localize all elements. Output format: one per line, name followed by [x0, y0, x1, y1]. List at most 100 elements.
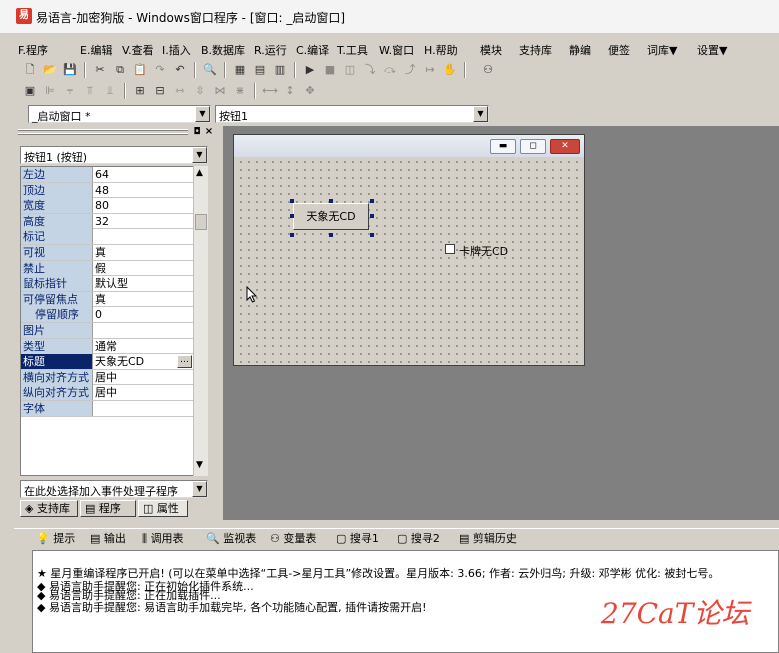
minimize-icon[interactable]: ▬ [490, 139, 516, 154]
space-horizontal-icon[interactable]: ⋈ [212, 83, 228, 99]
component-selector[interactable]: 按钮1 ▼ [215, 105, 489, 123]
window-selector[interactable]: _启动窗口 * ▼ [28, 105, 211, 123]
save-icon[interactable]: 💾 [62, 62, 78, 78]
scroll-thumb[interactable] [195, 214, 207, 230]
event-selector[interactable]: 在此处选择加入事件处理子程序 ▼ [20, 480, 208, 498]
property-row[interactable]: 字体 [21, 401, 193, 417]
resize-handle[interactable] [370, 233, 374, 237]
paste-icon[interactable]: 📋 [132, 62, 148, 78]
ellipsis-button[interactable]: … [177, 355, 192, 369]
property-row[interactable]: 图片 [21, 323, 193, 339]
align-bottom-icon[interactable]: ⫫ [102, 83, 118, 99]
open-folder-icon[interactable]: 📂 [42, 62, 58, 78]
menu-support-lib[interactable]: 支持库 [519, 42, 552, 58]
redo-icon[interactable]: ↷ [152, 62, 168, 78]
menu-program[interactable]: F.程序 [18, 42, 48, 58]
menu-help[interactable]: H.帮助 [424, 42, 458, 58]
binoculars-icon[interactable]: ⚇ [480, 62, 496, 78]
align-top-icon[interactable]: ⫪ [82, 83, 98, 99]
resize-handle[interactable] [290, 233, 294, 237]
property-row[interactable]: 横向对齐方式 居中 [21, 369, 193, 386]
property-row[interactable]: 左边 64 [21, 167, 193, 183]
step-out-icon[interactable]: ⤴ [402, 62, 418, 78]
menu-thesaurus[interactable]: 词库▼ [647, 42, 677, 58]
size-both-icon[interactable]: ✥ [302, 83, 318, 99]
menu-module[interactable]: 模块 [480, 42, 502, 58]
step-into-icon[interactable]: ⤵ [362, 62, 378, 78]
run-to-cursor-icon[interactable]: ↦ [422, 62, 438, 78]
resize-handle[interactable] [329, 233, 333, 237]
tab-properties[interactable]: ◫ 属性 [138, 500, 188, 517]
resize-handle[interactable] [370, 199, 374, 203]
align-left-icon[interactable]: ⊫ [42, 83, 58, 99]
object-selector[interactable]: 按钮1 (按钮) ▼ [20, 146, 208, 164]
copy-icon[interactable]: ⧉ [112, 62, 128, 78]
form-button-1[interactable]: 天象无CD [293, 203, 369, 230]
tab-tips[interactable]: 💡 提示 [36, 531, 75, 548]
menu-run[interactable]: R.运行 [254, 42, 287, 58]
menu-static-compile[interactable]: 静编 [569, 42, 591, 58]
resize-handle[interactable] [370, 214, 374, 218]
step-over-icon[interactable]: ⤼ [382, 62, 398, 78]
tab-watch[interactable]: 🔍 监视表 [206, 531, 256, 548]
size-width-icon[interactable]: ⟷ [262, 83, 278, 99]
menu-database[interactable]: B.数据库 [201, 42, 245, 58]
undo-icon[interactable]: ↶ [172, 62, 188, 78]
property-row[interactable]: 标记 [21, 229, 193, 245]
menu-settings[interactable]: 设置▼ [697, 42, 727, 58]
property-scrollbar[interactable]: ▲ ▼ [193, 166, 208, 476]
tab-support-lib[interactable]: ◈ 支持库 [20, 500, 78, 517]
resize-handle[interactable] [290, 199, 294, 203]
property-row[interactable]: 可停留焦点真 [21, 291, 193, 308]
menu-tools[interactable]: T.工具 [337, 42, 368, 58]
size-height-icon[interactable]: ↕ [282, 83, 298, 99]
property-row[interactable]: 停留顺序 0 [21, 307, 193, 323]
breakpoint-icon[interactable]: ◫ [342, 62, 358, 78]
tab-output[interactable]: ▤ 输出 [90, 531, 126, 548]
chevron-down-icon[interactable]: ▼ [195, 106, 210, 122]
same-height-icon[interactable]: ⇳ [192, 83, 208, 99]
menu-insert[interactable]: I.插入 [162, 42, 191, 58]
menu-notes[interactable]: 便签 [608, 42, 630, 58]
run-icon[interactable]: ▶ [302, 62, 318, 78]
layout-horizontal-icon[interactable]: ▤ [252, 62, 268, 78]
chevron-down-icon[interactable]: ▼ [192, 147, 207, 163]
close-icon[interactable]: ✕ [550, 139, 580, 154]
cut-icon[interactable]: ✂ [92, 62, 108, 78]
property-row[interactable]: 纵向对齐方式 居中 [21, 385, 193, 401]
maximize-panel-icon[interactable]: ◘ [192, 126, 202, 138]
stop-icon[interactable]: ■ [322, 62, 338, 78]
center-vertical-icon[interactable]: ⊟ [152, 83, 168, 99]
center-horizontal-icon[interactable]: ⊞ [132, 83, 148, 99]
menu-window[interactable]: W.窗口 [379, 42, 414, 58]
property-row[interactable]: 高度 32 [21, 213, 193, 230]
scroll-up-icon[interactable]: ▲ [196, 168, 203, 178]
layout-window-icon[interactable]: ▦ [232, 62, 248, 78]
tab-variables[interactable]: ⚇ 变量表 [270, 531, 316, 548]
align-center-icon[interactable]: ⫧ [62, 83, 78, 99]
form-checkbox-label[interactable]: 卡牌无CD [459, 243, 508, 259]
property-row[interactable]: 宽度 80 [21, 198, 193, 214]
form-window[interactable]: ▬ ◻ ✕ [233, 134, 585, 366]
property-row[interactable]: 鼠标指针 默认型 [21, 276, 193, 292]
hand-icon[interactable]: ✋ [442, 62, 458, 78]
space-vertical-icon[interactable]: ⋇ [232, 83, 248, 99]
find-icon[interactable]: 🔍 [202, 62, 218, 78]
property-row[interactable]: 禁止假 [21, 260, 193, 277]
chevron-down-icon[interactable]: ▼ [192, 481, 207, 497]
form-checkbox[interactable] [445, 244, 455, 254]
tab-search1[interactable]: ▢ 搜寻1 [336, 531, 379, 548]
tab-program[interactable]: ▤ 程序 [80, 500, 136, 517]
property-row-selected[interactable]: 标题 天象无CD… [21, 354, 193, 370]
menu-view[interactable]: V.查看 [122, 42, 154, 58]
property-row[interactable]: 可视真 [21, 245, 193, 261]
close-panel-icon[interactable]: × [204, 126, 214, 138]
layout-grid-icon[interactable]: ▥ [272, 62, 288, 78]
same-width-icon[interactable]: ⇿ [172, 83, 188, 99]
scroll-down-icon[interactable]: ▼ [196, 460, 203, 470]
chevron-down-icon[interactable]: ▼ [473, 106, 488, 122]
new-file-icon[interactable]: 🗋 [22, 62, 38, 78]
maximize-icon[interactable]: ◻ [520, 139, 546, 154]
tab-call-stack[interactable]: ⫼ 调用表 [142, 531, 184, 548]
tab-clip-history[interactable]: ▤ 剪辑历史 [459, 531, 517, 548]
